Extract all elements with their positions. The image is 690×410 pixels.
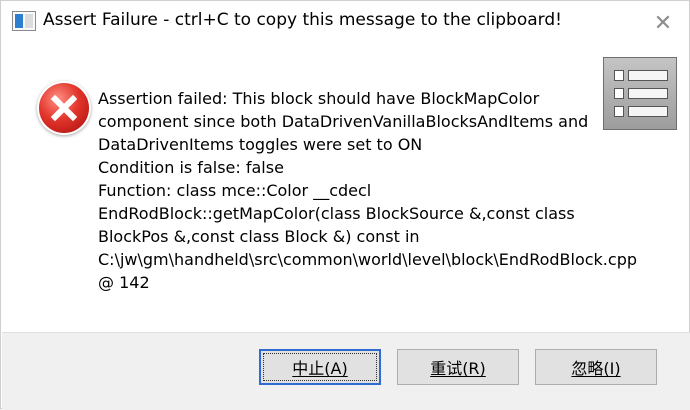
close-button[interactable]: ✕ <box>645 7 681 39</box>
error-icon <box>39 83 89 133</box>
abort-button-label: 中止(A) <box>292 359 348 378</box>
close-icon: ✕ <box>653 10 673 36</box>
assertion-text: Assertion failed: This block should have… <box>98 89 589 154</box>
retry-button-label: 重试(R) <box>430 359 486 378</box>
title-bar[interactable]: Assert Failure - ctrl+C to copy this mes… <box>1 1 689 45</box>
retry-button[interactable]: 重试(R) <box>397 349 519 385</box>
list-image-icon <box>603 57 677 130</box>
function-text: Function: class mce::Color __cdecl EndRo… <box>98 181 637 292</box>
button-bar: 中止(A) 重试(R) 忽略(I) <box>2 332 690 410</box>
error-message: Assertion failed: This block should have… <box>98 87 637 294</box>
background-window-edge <box>685 95 690 119</box>
ignore-button[interactable]: 忽略(I) <box>535 349 657 385</box>
assert-dialog: Assert Failure - ctrl+C to copy this mes… <box>0 0 690 410</box>
ignore-button-label: 忽略(I) <box>571 359 621 378</box>
window-app-icon <box>12 11 36 31</box>
condition-text: Condition is false: false <box>98 158 284 177</box>
window-title: Assert Failure - ctrl+C to copy this mes… <box>43 10 562 30</box>
abort-button[interactable]: 中止(A) <box>259 349 381 385</box>
